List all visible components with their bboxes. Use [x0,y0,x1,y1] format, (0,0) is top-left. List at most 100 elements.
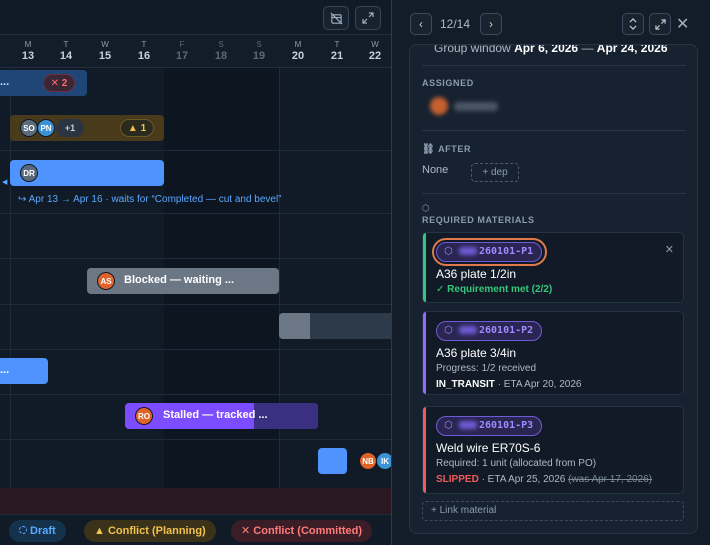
collapse-toggle-button[interactable] [622,13,644,35]
divider [422,65,686,66]
material-eta: · ETA Apr 25, 2026 [478,474,569,485]
material-progress: Progress: 1/2 received [436,363,537,374]
material-code: 260101-P2 [479,325,534,336]
day-dow: T [334,40,340,49]
day-dow: M [294,40,302,49]
dependency-note: ↪ Apr 13 → Apr 16 · waits for “Completed… [18,194,282,205]
link-material-button[interactable]: + Link material [422,501,684,521]
day-col: W 15 [86,35,124,69]
fullscreen-button[interactable] [649,13,671,35]
legend-conflict-committed[interactable]: ✕ Conflict (Committed) [231,520,373,542]
link-icon: ⛓ [422,144,436,155]
row-line [0,304,391,305]
status-stripe [423,407,426,493]
legend-label: Conflict (Planning) [107,525,206,537]
divider [422,193,686,194]
row-line [0,349,391,350]
day-col: T 14 [47,35,85,69]
day-col: F 17 [163,35,201,69]
gantt-toolbar [0,0,391,34]
material-code-chip[interactable]: ⬡ 260101-P3 [436,416,543,436]
day-num: 17 [175,50,189,62]
task-label: Stalled — tracked ... [163,409,268,421]
conflict-badge[interactable]: ✕ 2 [43,74,75,92]
gantt-view: M 13 T 14 W 15 T 16 F 17 S 18 S 19 M 20 T 21 W 22 … [0,0,391,545]
row-line [0,258,391,259]
day-col: M 20 [279,35,317,69]
warning-icon: ▲ [94,525,105,537]
day-dow: M [24,40,32,49]
divider [422,130,686,131]
calendar-off-button[interactable] [323,6,349,30]
close-icon: ✕ [241,525,251,537]
material-eta: · ETA Apr 20, 2026 [494,379,582,390]
task-bar[interactable]: ... [0,358,48,384]
avatar: PN [37,119,55,137]
close-icon: ✕ [664,244,674,256]
day-col: M 13 [9,35,47,69]
task-detail-card: Group window Apr 6, 2026 — Apr 24, 2026 … [409,44,698,534]
material-card[interactable]: ⬡ 260101-P3 Weld wire ER70S-6 Required: 1… [422,406,684,494]
day-dow: W [371,40,379,49]
day-col: T 16 [125,35,163,69]
close-icon: ✕ [50,78,60,89]
status-stripe [423,312,426,394]
materials-title: REQUIRED MATERIALS [422,215,535,225]
pager: 12/14 [440,17,471,31]
day-dow: S [218,40,224,49]
remove-material-button[interactable]: ✕ [665,243,674,256]
day-num: 22 [368,50,382,62]
close-icon: ✕ [676,16,690,33]
progress-fill [279,313,310,339]
day-header: M 13 T 14 W 15 T 16 F 17 S 18 S 19 M 20 T 21 W 22 [0,34,391,68]
task-bar-blocked[interactable]: AS Blocked — waiting ... [87,268,279,294]
avatar: IK [376,452,391,470]
material-name: Weld wire ER70S-6 [436,441,541,455]
group-window: Group window Apr 6, 2026 — Apr 24, 2026 [434,44,668,55]
more-avatars-badge[interactable]: +1 [56,119,84,137]
day-col: W 22 [356,35,391,69]
material-requirement: Required: 1 unit (allocated from PO) [436,458,597,469]
material-card[interactable]: ⬡ 260101-P1 ✕ A36 plate 1/2in ✓ Requireme… [422,232,684,303]
task-bar-stalled[interactable]: RO Stalled — tracked ... [125,403,318,429]
next-button[interactable]: › [480,13,502,35]
avatar: NB [359,452,377,470]
avatar: SO [20,119,38,137]
material-card[interactable]: ⬡ 260101-P2 A36 plate 3/4in Progress: 1/2… [422,311,684,395]
day-num: 18 [214,50,228,62]
add-dependency-button[interactable]: + dep [471,163,519,182]
task-bar[interactable]: ... ✕ 2 [0,70,87,96]
material-code: 260101-P1 [479,246,534,257]
legend-conflict-planning[interactable]: ▲ Conflict (Planning) [84,520,216,542]
task-bar[interactable]: SO PN +1 ▲ 1 [10,115,164,141]
dependency-arrow-icon: ◀ [2,179,8,186]
assigned-title: ASSIGNED [422,78,474,88]
material-status: SLIPPED [436,474,479,485]
dependency-text: Apr 13 → Apr 16 · waits for “Completed —… [28,194,282,205]
group-window-label: Group window [434,44,511,55]
day-dow: T [141,40,147,49]
expand-button[interactable] [355,6,381,30]
after-title: AFTER [438,144,472,154]
day-col: S 18 [202,35,240,69]
material-status-line: IN_TRANSIT · ETA Apr 20, 2026 [436,379,581,390]
day-num: 13 [21,50,35,62]
detail-panel: ‹ 12/14 › ✕ Group window Apr 6, 2026 — A… [391,0,710,545]
material-code-chip[interactable]: ⬡ 260101-P1 [436,242,543,262]
task-bar[interactable]: DR [10,160,164,186]
row-line [0,394,391,395]
prev-button[interactable]: ‹ [410,13,432,35]
task-label: ... [0,364,10,376]
warning-badge[interactable]: ▲ 1 [120,119,154,137]
close-button[interactable]: ✕ [676,14,689,34]
requirement-status: ✓ Requirement met (2/2) [436,284,553,295]
task-bar[interactable] [279,313,391,339]
material-status-line: SLIPPED · ETA Apr 25, 2026 (was Apr 17, … [436,474,652,485]
cube-icon: ⬡ [444,325,453,336]
task-bar[interactable] [318,448,347,474]
chevron-left-icon: ‹ [419,17,423,31]
material-code-chip[interactable]: ⬡ 260101-P2 [436,321,543,341]
legend-draft[interactable]: Draft [9,520,66,542]
dashed-circle-icon [19,526,27,534]
chevron-right-icon: › [489,17,493,31]
